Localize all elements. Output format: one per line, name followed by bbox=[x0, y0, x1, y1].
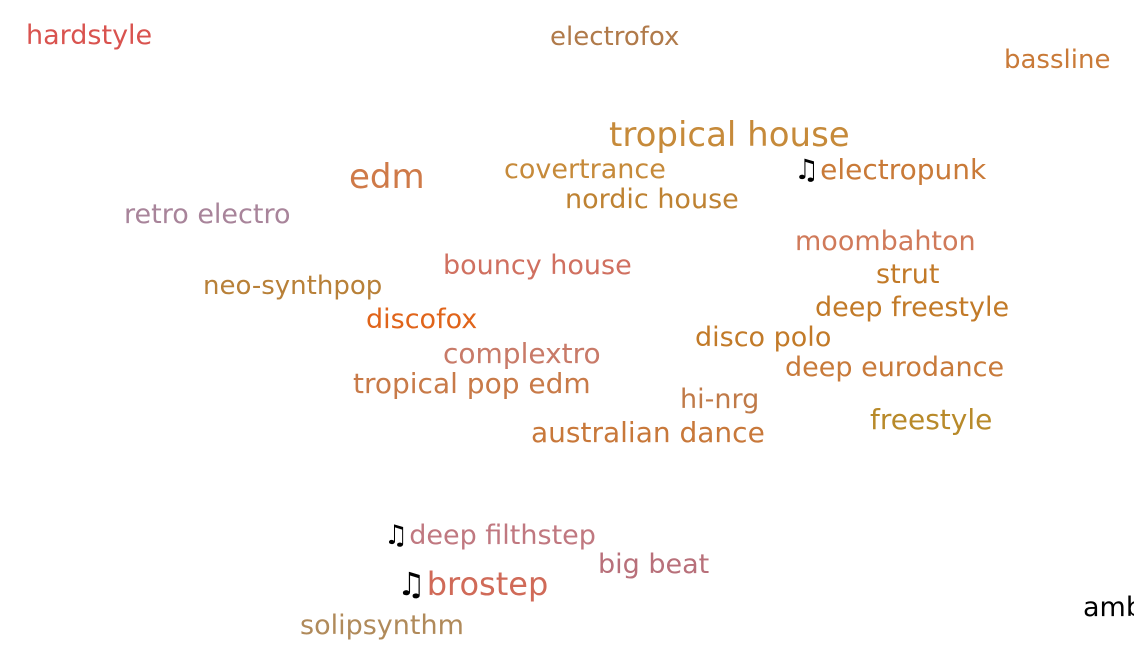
genre-bouncy-house[interactable]: bouncy house bbox=[443, 252, 632, 279]
genre-label: amb bbox=[1083, 592, 1134, 623]
genre-label: solipsynthm bbox=[300, 610, 464, 641]
genre-label: covertrance bbox=[504, 154, 666, 185]
genre-label: strut bbox=[876, 259, 940, 290]
genre-hardstyle[interactable]: hardstyle bbox=[26, 22, 152, 49]
genre-label: deep eurodance bbox=[785, 352, 1005, 383]
genre-deep-filthstep[interactable]: ♫deep filthstep bbox=[384, 522, 596, 549]
genre-label: neo-synthpop bbox=[203, 271, 383, 301]
genre-label: discofox bbox=[366, 304, 478, 335]
genre-neo-synthpop[interactable]: neo-synthpop bbox=[203, 273, 382, 299]
genre-label: retro electro bbox=[124, 199, 291, 230]
genre-electrofox[interactable]: electrofox bbox=[550, 24, 679, 50]
genre-label: electrofox bbox=[550, 22, 680, 52]
genre-brostep[interactable]: ♫brostep bbox=[397, 568, 548, 600]
genre-australian-dance[interactable]: australian dance bbox=[531, 419, 765, 447]
genre-label: brostep bbox=[426, 565, 549, 603]
genre-label: big beat bbox=[598, 549, 710, 580]
genre-nordic-house[interactable]: nordic house bbox=[565, 186, 739, 213]
genre-label: deep filthstep bbox=[409, 520, 596, 551]
genre-label: freestyle bbox=[870, 403, 993, 436]
genre-label: moombahton bbox=[795, 226, 976, 257]
genre-label: deep freestyle bbox=[815, 292, 1010, 323]
genre-retro-electro[interactable]: retro electro bbox=[124, 201, 291, 228]
genre-freestyle[interactable]: freestyle bbox=[870, 406, 992, 434]
genre-discofox[interactable]: discofox bbox=[366, 306, 477, 333]
genre-covertrance[interactable]: covertrance bbox=[504, 156, 666, 183]
music-note-icon: ♫ bbox=[397, 565, 426, 603]
genre-label: hi-nrg bbox=[680, 384, 760, 415]
genre-label: australian dance bbox=[531, 416, 765, 449]
genre-label: bouncy house bbox=[443, 250, 632, 281]
music-note-icon: ♫ bbox=[794, 153, 820, 186]
genre-label: electropunk bbox=[820, 153, 987, 186]
music-note-icon: ♫ bbox=[384, 520, 409, 551]
genre-label: bassline bbox=[1004, 45, 1111, 75]
genre-strut[interactable]: strut bbox=[876, 261, 939, 288]
genre-label: tropical house bbox=[609, 115, 850, 155]
genre-edm[interactable]: edm bbox=[349, 160, 425, 194]
genre-solipsynthm[interactable]: solipsynthm bbox=[300, 612, 464, 639]
genre-label: edm bbox=[349, 157, 425, 197]
genre-hi-nrg[interactable]: hi-nrg bbox=[680, 386, 759, 413]
genre-complextro[interactable]: complextro bbox=[443, 340, 601, 368]
genre-label: tropical pop edm bbox=[353, 367, 591, 400]
genre-deep-eurodance[interactable]: deep eurodance bbox=[785, 354, 1004, 381]
genre-electropunk[interactable]: ♫electropunk bbox=[794, 156, 986, 184]
genre-disco-polo[interactable]: disco polo bbox=[695, 324, 831, 351]
genre-moombahton[interactable]: moombahton bbox=[795, 228, 976, 255]
genre-label: disco polo bbox=[695, 322, 832, 353]
genre-label: nordic house bbox=[565, 184, 739, 215]
genre-tropical-pop-edm[interactable]: tropical pop edm bbox=[353, 370, 591, 398]
genre-tropical-house[interactable]: tropical house bbox=[609, 118, 850, 152]
genre-amb[interactable]: amb bbox=[1083, 594, 1134, 621]
genre-deep-freestyle[interactable]: deep freestyle bbox=[815, 294, 1009, 321]
genre-bassline[interactable]: bassline bbox=[1004, 47, 1110, 73]
genre-big-beat[interactable]: big beat bbox=[598, 551, 709, 578]
genre-label: hardstyle bbox=[26, 20, 153, 51]
genre-label: complextro bbox=[443, 337, 601, 370]
